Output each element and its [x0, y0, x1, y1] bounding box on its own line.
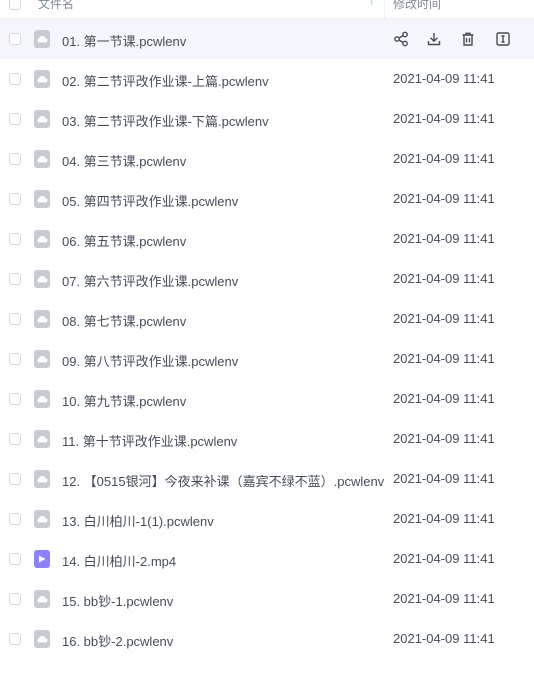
cloud-file-icon [34, 630, 50, 648]
file-row[interactable]: 06. 第五节课.pcwlenv 2021-04-09 11:41 [0, 219, 534, 259]
file-modified-time: 2021-04-09 11:41 [393, 391, 495, 406]
file-modified-time: 2021-04-09 11:41 [393, 71, 495, 86]
file-modified-time: 2021-04-09 11:41 [393, 551, 495, 566]
row-checkbox[interactable] [9, 553, 21, 565]
file-name[interactable]: 05. 第四节评改作业课.pcwlenv [62, 191, 238, 210]
cloud-file-icon [34, 590, 50, 608]
file-row[interactable]: 01. 第一节课.pcwlenv [0, 19, 534, 59]
row-checkbox[interactable] [9, 593, 21, 605]
share-icon[interactable] [390, 28, 412, 50]
file-name[interactable]: 04. 第三节课.pcwlenv [62, 151, 186, 170]
row-checkbox[interactable] [9, 273, 21, 285]
cloud-file-icon [34, 230, 50, 248]
row-checkbox[interactable] [9, 393, 21, 405]
file-name[interactable]: 10. 第九节课.pcwlenv [62, 391, 186, 410]
cloud-file-icon [34, 150, 50, 168]
file-modified-time: 2021-04-09 11:41 [393, 111, 495, 126]
delete-icon[interactable] [457, 28, 479, 50]
rename-icon[interactable] [492, 28, 514, 50]
file-row[interactable]: 12. 【0515银河】今夜来补课（嘉宾不绿不蓝）.pcwlenv 2021-04… [0, 459, 534, 499]
row-checkbox[interactable] [9, 353, 21, 365]
select-all-checkbox[interactable] [9, 0, 21, 10]
cloud-file-icon [34, 310, 50, 328]
cloud-file-icon [34, 430, 50, 448]
cloud-file-icon [34, 70, 50, 88]
row-checkbox[interactable] [9, 193, 21, 205]
file-name[interactable]: 12. 【0515银河】今夜来补课（嘉宾不绿不蓝）.pcwlenv [62, 471, 384, 490]
row-checkbox[interactable] [9, 473, 21, 485]
cloud-file-icon [34, 190, 50, 208]
file-modified-time: 2021-04-09 11:41 [393, 231, 495, 246]
download-icon[interactable] [423, 28, 445, 50]
file-row[interactable]: 13. 白川柏川-1(1).pcwlenv 2021-04-09 11:41 [0, 499, 534, 539]
cloud-file-icon [34, 110, 50, 128]
file-row[interactable]: 03. 第二节评改作业课-下篇.pcwlenv 2021-04-09 11:41 [0, 99, 534, 139]
cloud-file-icon [34, 510, 50, 528]
row-checkbox[interactable] [9, 33, 21, 45]
file-name[interactable]: 09. 第八节评改作业课.pcwlenv [62, 351, 238, 370]
file-name[interactable]: 16. bb钞-2.pcwlenv [62, 631, 173, 650]
file-row[interactable]: 08. 第七节课.pcwlenv 2021-04-09 11:41 [0, 299, 534, 339]
video-file-icon [34, 550, 50, 568]
row-checkbox[interactable] [9, 433, 21, 445]
file-row[interactable]: 16. bb钞-2.pcwlenv 2021-04-09 11:41 [0, 619, 534, 659]
file-list-header: 文件名 ↑ 修改时间 [0, 0, 534, 19]
row-checkbox[interactable] [9, 233, 21, 245]
file-name[interactable]: 15. bb钞-1.pcwlenv [62, 591, 173, 610]
file-name[interactable]: 03. 第二节评改作业课-下篇.pcwlenv [62, 111, 269, 130]
row-checkbox[interactable] [9, 513, 21, 525]
file-name[interactable]: 08. 第七节课.pcwlenv [62, 311, 186, 330]
file-row[interactable]: 02. 第二节评改作业课-上篇.pcwlenv 2021-04-09 11:41 [0, 59, 534, 99]
file-name[interactable]: 11. 第十节评改作业课.pcwlenv [62, 431, 237, 450]
file-name[interactable]: 01. 第一节课.pcwlenv [62, 31, 186, 50]
file-row[interactable]: 10. 第九节课.pcwlenv 2021-04-09 11:41 [0, 379, 534, 419]
file-row[interactable]: 14. 白川柏川-2.mp4 2021-04-09 11:41 [0, 539, 534, 579]
column-header-name[interactable]: 文件名 [38, 0, 74, 12]
file-modified-time: 2021-04-09 11:41 [393, 311, 495, 326]
row-checkbox[interactable] [9, 73, 21, 85]
file-modified-time: 2021-04-09 11:41 [393, 631, 495, 646]
file-modified-time: 2021-04-09 11:41 [393, 271, 495, 286]
cloud-file-icon [34, 390, 50, 408]
row-checkbox[interactable] [9, 313, 21, 325]
file-modified-time: 2021-04-09 11:41 [393, 351, 495, 366]
column-header-time[interactable]: 修改时间 [393, 0, 441, 12]
file-modified-time: 2021-04-09 11:41 [393, 591, 495, 606]
cloud-file-icon [34, 470, 50, 488]
file-row[interactable]: 11. 第十节评改作业课.pcwlenv 2021-04-09 11:41 [0, 419, 534, 459]
cloud-file-icon [34, 30, 50, 48]
row-checkbox[interactable] [9, 633, 21, 645]
file-name[interactable]: 06. 第五节课.pcwlenv [62, 231, 186, 250]
file-row[interactable]: 07. 第六节评改作业课.pcwlenv 2021-04-09 11:41 [0, 259, 534, 299]
file-modified-time: 2021-04-09 11:41 [393, 471, 495, 486]
file-name[interactable]: 02. 第二节评改作业课-上篇.pcwlenv [62, 71, 269, 90]
file-name[interactable]: 07. 第六节评改作业课.pcwlenv [62, 271, 238, 290]
file-name[interactable]: 13. 白川柏川-1(1).pcwlenv [62, 511, 214, 530]
row-checkbox[interactable] [9, 153, 21, 165]
cloud-file-icon [34, 270, 50, 288]
file-row[interactable]: 05. 第四节评改作业课.pcwlenv 2021-04-09 11:41 [0, 179, 534, 219]
file-row[interactable]: 15. bb钞-1.pcwlenv 2021-04-09 11:41 [0, 579, 534, 619]
file-row[interactable]: 09. 第八节评改作业课.pcwlenv 2021-04-09 11:41 [0, 339, 534, 379]
cloud-file-icon [34, 350, 50, 368]
file-modified-time: 2021-04-09 11:41 [393, 151, 495, 166]
file-modified-time: 2021-04-09 11:41 [393, 191, 495, 206]
file-row[interactable]: 04. 第三节课.pcwlenv 2021-04-09 11:41 [0, 139, 534, 179]
file-name[interactable]: 14. 白川柏川-2.mp4 [62, 551, 176, 570]
file-modified-time: 2021-04-09 11:41 [393, 511, 495, 526]
file-modified-time: 2021-04-09 11:41 [393, 431, 495, 446]
row-checkbox[interactable] [9, 113, 21, 125]
sort-arrow-up-icon[interactable]: ↑ [369, 0, 375, 7]
column-divider[interactable] [384, 0, 385, 18]
